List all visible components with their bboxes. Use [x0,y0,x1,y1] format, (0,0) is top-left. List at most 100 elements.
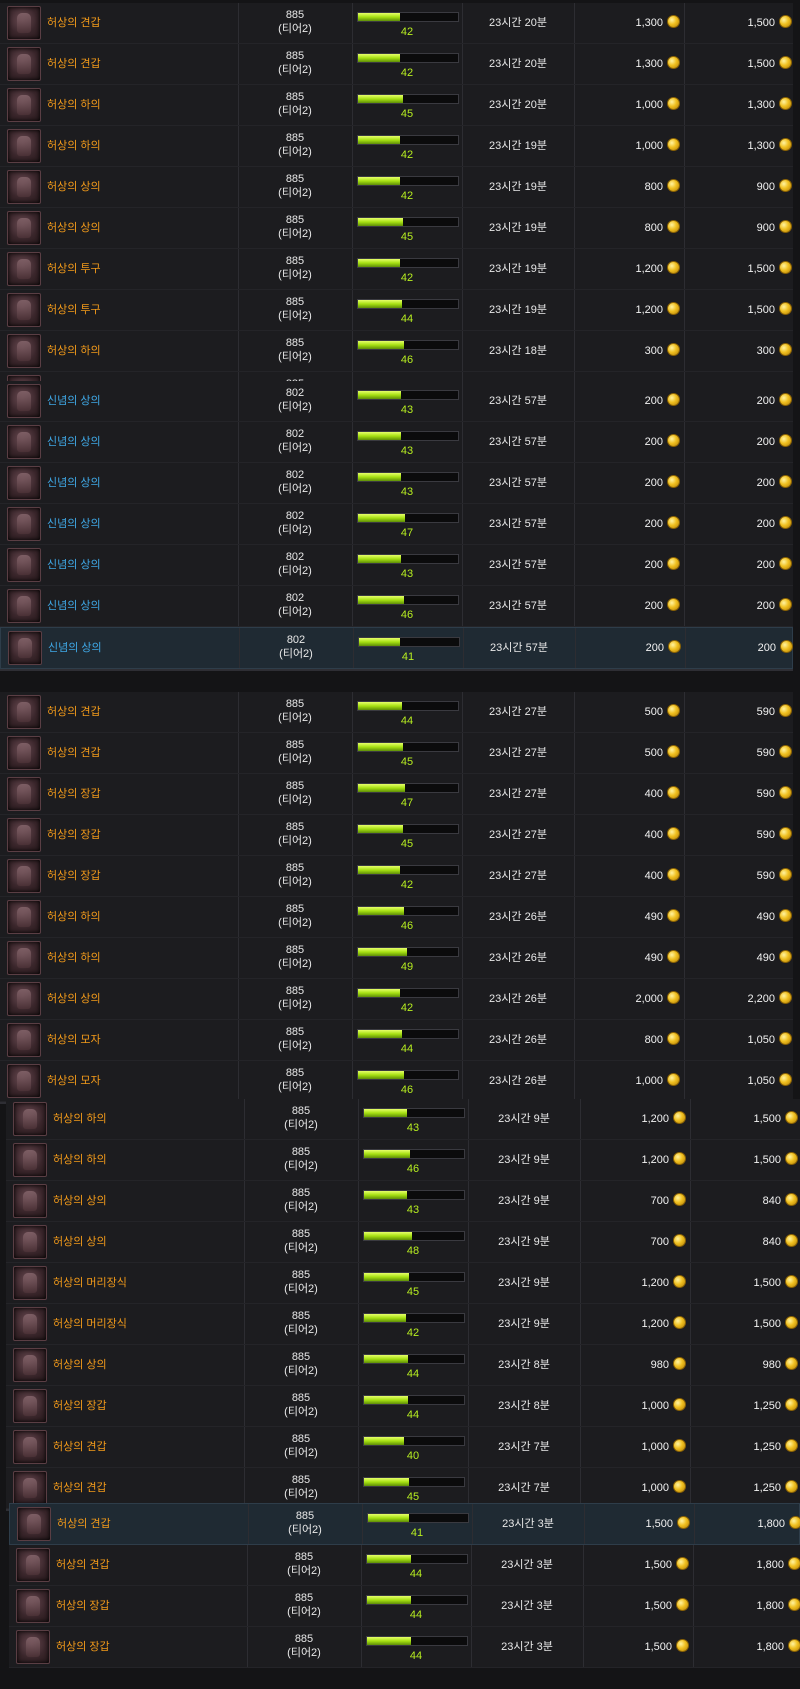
column-divider [238,85,239,125]
item-name[interactable]: 허상의 상의 [53,1222,107,1262]
column-divider [684,938,685,978]
listing-row[interactable]: 허상의 장갑 885 (티어2) 45 23시간 27분 400 590 [0,815,793,856]
item-name[interactable]: 신념의 상의 [47,422,101,462]
item-name[interactable]: 허상의 머리장식 [53,1263,127,1303]
item-name[interactable]: 허상의 견갑 [47,3,101,43]
item-name[interactable]: 허상의 장갑 [56,1586,110,1626]
listing-row[interactable]: 허상의 투구 885 (티어2) 42 23시간 19분 1,200 1,500 [0,249,793,290]
item-name[interactable]: 허상의 투구 [47,249,101,289]
column-divider [574,504,575,544]
listing-row[interactable]: 허상의 견갑 885 (티어2) 44 23시간 27분 500 590 [0,692,793,733]
item-tier: (티어2) [278,23,312,35]
item-name[interactable]: 허상의 하의 [47,85,101,125]
listing-row[interactable]: 허상의 상의 885 (티어2) 45 23시간 19분 800 900 [0,208,793,249]
listing-row[interactable]: 허상의 장갑 885 (티어2) 42 23시간 27분 400 590 [0,856,793,897]
item-name[interactable]: 허상의 견갑 [53,1427,107,1467]
item-name[interactable]: 허상의 장갑 [53,1386,107,1426]
listing-row[interactable]: 허상의 모자 885 (티어2) 44 23시간 26분 800 1,050 [0,1020,793,1061]
listing-row[interactable]: 허상의 장갑 885 (티어2) 44 23시간 3분 1,500 1,800 [9,1586,800,1627]
buyout-price: 1,250 [694,1386,798,1426]
item-name[interactable]: 허상의 머리장식 [53,1304,127,1344]
listing-row[interactable]: 허상의 상의 885 (티어2) 43 23시간 9분 700 840 [6,1181,800,1222]
listing-row[interactable]: 허상의 견갑 885 (티어2) 44 23시간 3분 1,500 1,800 [9,1545,800,1586]
item-name[interactable]: 허상의 견갑 [47,692,101,732]
bid-price-value: 1,200 [641,1318,669,1330]
listing-row[interactable]: 허상의 견갑 885 (티어2) 41 23시간 3분 1,500 1,800 [9,1503,800,1545]
item-name[interactable]: 허상의 상의 [53,1345,107,1385]
listing-row[interactable]: 허상의 견갑 885 (티어2) 42 23시간 20분 1,300 1,500 [0,3,793,44]
listing-row[interactable]: 허상의 하의 885 (티어2) 46 23시간 26분 490 490 [0,897,793,938]
item-name[interactable]: 신념의 상의 [47,545,101,585]
listing-row[interactable]: 허상의 장갑 885 (티어2) 44 23시간 8분 1,000 1,250 [6,1386,800,1427]
column-divider [238,208,239,248]
item-name[interactable]: 허상의 하의 [53,1099,107,1139]
item-name[interactable]: 신념의 상의 [47,504,101,544]
listing-row[interactable]: 허상의 견갑 885 (티어2) 45 23시간 27분 500 590 [0,733,793,774]
listing-row[interactable]: 허상의 머리장식 885 (티어2) 42 23시간 9분 1,200 1,500 [6,1304,800,1345]
item-name[interactable]: 허상의 모자 [47,1020,101,1060]
item-name[interactable]: 허상의 장갑 [47,815,101,855]
listing-row[interactable]: 신념의 상의 802 (티어2) 43 23시간 57분 200 200 [0,463,793,504]
item-name[interactable]: 허상의 장갑 [47,856,101,896]
item-name[interactable]: 허상의 상의 [47,208,101,248]
listing-row[interactable]: 신념의 상의 802 (티어2) 43 23시간 57분 200 200 [0,422,793,463]
listing-row[interactable]: 허상의 상의 885 (티어2) 42 23시간 26분 2,000 2,200 [0,979,793,1020]
listing-row[interactable]: 허상의 모자 885 (티어2) 46 23시간 26분 1,000 1,050 [0,1061,793,1102]
column-divider [462,504,463,544]
item-name[interactable]: 허상의 장갑 [56,1627,110,1667]
item-name[interactable]: 허상의 모자 [47,1061,101,1101]
listing-row[interactable]: 허상의 하의 885 (티어2) 43 23시간 9분 1,200 1,500 [6,1099,800,1140]
bid-price: 800 [578,1020,680,1060]
item-level: 885 (티어2) [240,697,350,737]
listing-row[interactable]: 신념의 상의 802 (티어2) 47 23시간 57분 200 200 [0,504,793,545]
item-name[interactable]: 허상의 하의 [53,1140,107,1180]
listing-row[interactable]: 허상의 하의 885 (티어2) 46 23시간 18분 300 300 [0,331,793,372]
item-name[interactable]: 허상의 하의 [47,331,101,371]
item-name[interactable]: 신념의 상의 [47,381,101,421]
listing-row[interactable]: 허상의 머리장식 885 (티어2) 45 23시간 9분 1,200 1,500 [6,1263,800,1304]
item-name[interactable]: 허상의 상의 [47,979,101,1019]
listing-row[interactable]: 허상의 상의 885 (티어2) 42 23시간 19분 800 900 [0,167,793,208]
listing-row[interactable]: 허상의 견갑 885 (티어2) 42 23시간 20분 1,300 1,500 [0,44,793,85]
listing-row[interactable]: 허상의 장갑 885 (티어2) 47 23시간 27분 400 590 [0,774,793,815]
item-name[interactable]: 허상의 하의 [47,126,101,166]
listing-row[interactable]: 허상의 하의 885 (티어2) 45 23시간 20분 1,000 1,300 [0,85,793,126]
column-divider [352,1020,353,1060]
listing-row[interactable]: 허상의 장갑 885 (티어2) 44 23시간 3분 1,500 1,800 [9,1627,800,1668]
item-level: 885 (티어2) [246,1350,356,1390]
listing-row[interactable]: 허상의 상의 885 (티어2) 48 23시간 9분 700 840 [6,1222,800,1263]
listing-row[interactable]: 허상의 투구 885 (티어2) 44 23시간 19분 1,200 1,500 [0,290,793,331]
item-name[interactable]: 신념의 상의 [47,463,101,503]
listing-row[interactable]: 허상의 하의 885 (티어2) 46 23시간 9분 1,200 1,500 [6,1140,800,1181]
quality-bar-fill [358,596,404,604]
item-name[interactable]: 허상의 견갑 [53,1468,107,1508]
item-level-value: 802 [286,634,306,646]
item-name[interactable]: 허상의 장갑 [47,774,101,814]
listing-row[interactable]: 허상의 하의 885 (티어2) 42 23시간 19분 1,000 1,300 [0,126,793,167]
item-name[interactable]: 허상의 하의 [47,897,101,937]
item-name[interactable]: 허상의 투구 [47,290,101,330]
item-name[interactable]: 신념의 상의 [47,586,101,626]
item-icon [13,1430,47,1464]
item-name[interactable]: 허상의 하의 [47,938,101,978]
bid-price: 400 [578,774,680,814]
gold-coin-icon [667,950,680,963]
item-name[interactable]: 허상의 견갑 [57,1504,111,1544]
item-name[interactable]: 허상의 견갑 [56,1545,110,1585]
listing-row[interactable]: 허상의 상의 885 (티어2) 44 23시간 8분 980 980 [6,1345,800,1386]
quality-bar-fill [358,825,403,833]
listing-row[interactable]: 신념의 상의 802 (티어2) 41 23시간 57분 200 200 [0,627,793,669]
item-name[interactable]: 허상의 상의 [53,1181,107,1221]
listing-row[interactable]: 허상의 하의 885 (티어2) 49 23시간 26분 490 490 [0,938,793,979]
buyout-price-value: 300 [756,345,775,357]
listing-row[interactable]: 신념의 상의 802 (티어2) 43 23시간 57분 200 200 [0,545,793,586]
item-name[interactable]: 허상의 상의 [47,167,101,207]
buyout-price: 1,800 [697,1586,800,1626]
item-name[interactable]: 신념의 상의 [48,628,102,668]
item-name[interactable]: 허상의 견갑 [47,44,101,84]
listing-row[interactable]: 허상의 견갑 885 (티어2) 40 23시간 7분 1,000 1,250 [6,1427,800,1468]
listing-row[interactable]: 신념의 상의 802 (티어2) 46 23시간 57분 200 200 [0,586,793,627]
item-name[interactable]: 허상의 견갑 [47,733,101,773]
column-divider [472,1504,473,1544]
listing-row[interactable]: 신념의 상의 802 (티어2) 43 23시간 57분 200 200 [0,381,793,422]
